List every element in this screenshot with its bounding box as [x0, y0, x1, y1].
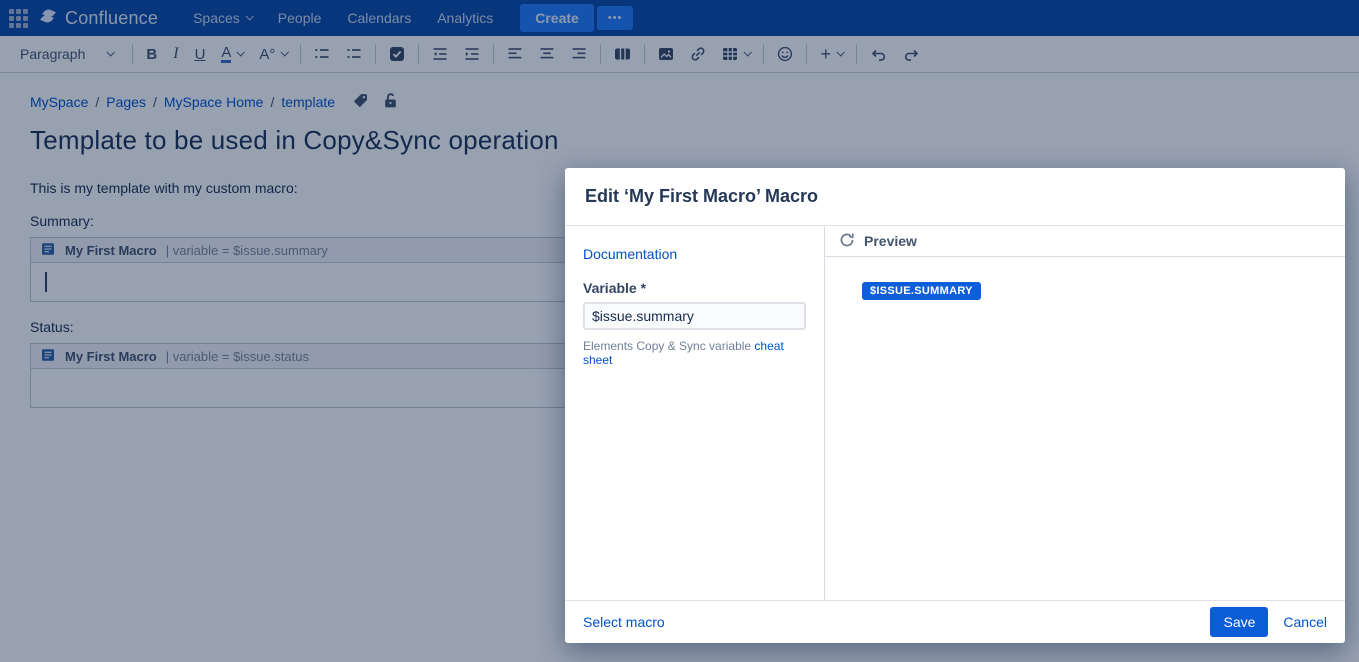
variable-preview-badge: $ISSUE.SUMMARY — [862, 282, 981, 300]
dialog-header: Edit ‘My First Macro’ Macro — [565, 168, 1345, 226]
select-macro-link[interactable]: Select macro — [583, 614, 665, 630]
save-button[interactable]: Save — [1210, 607, 1268, 637]
preview-panel: Preview $ISSUE.SUMMARY — [825, 226, 1345, 600]
dialog-body: Documentation Variable * Elements Copy &… — [565, 226, 1345, 600]
dialog-footer: Select macro Save Cancel — [565, 600, 1345, 643]
preview-content: $ISSUE.SUMMARY — [825, 257, 1345, 600]
variable-input[interactable] — [583, 302, 806, 330]
macro-edit-dialog: Edit ‘My First Macro’ Macro Documentatio… — [565, 168, 1345, 643]
refresh-icon[interactable] — [839, 232, 855, 251]
cancel-link[interactable]: Cancel — [1283, 614, 1327, 630]
preview-title: Preview — [864, 233, 917, 249]
macro-parameters-panel: Documentation Variable * Elements Copy &… — [565, 226, 825, 600]
variable-field-label: Variable * — [583, 280, 806, 296]
variable-helper-text: Elements Copy & Sync variable cheat shee… — [583, 339, 806, 367]
dialog-title: Edit ‘My First Macro’ Macro — [585, 186, 818, 207]
documentation-link[interactable]: Documentation — [583, 246, 677, 262]
